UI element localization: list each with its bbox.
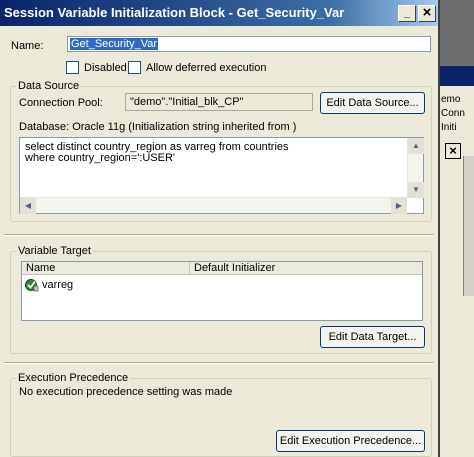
data-source-title: Data Source [16, 80, 82, 92]
sql-textarea[interactable]: select distinct country_region as varreg… [19, 137, 424, 214]
background-window-text: Conn [441, 108, 465, 119]
deferred-execution-label: Allow deferred execution [146, 62, 267, 74]
title-bar[interactable]: Session Variable Initialization Block - … [0, 0, 438, 26]
background-window-text: Initi [441, 122, 457, 133]
table-row[interactable]: varreg [25, 277, 185, 293]
name-label: Name: [11, 40, 44, 52]
column-header-default-initializer[interactable]: Default Initializer [190, 262, 422, 275]
background-scrollbar[interactable] [463, 156, 474, 296]
separator [4, 234, 434, 236]
edit-data-source-button[interactable]: Edit Data Source... [320, 92, 425, 114]
disabled-checkbox[interactable] [66, 61, 79, 74]
close-button[interactable]: × [418, 5, 436, 22]
execution-precedence-message: No execution precedence setting was made [19, 386, 233, 398]
edit-execution-precedence-button[interactable]: Edit Execution Precedence... [276, 430, 425, 452]
background-window: emo Conn Initi × [436, 66, 474, 457]
background-close-icon[interactable]: × [445, 143, 461, 159]
minimize-icon: _ [403, 7, 411, 19]
disabled-label: Disabled [84, 62, 127, 74]
close-icon: × [422, 4, 432, 21]
sql-horizontal-scrollbar[interactable]: ◀ ▶ [20, 197, 407, 214]
background-window-text: emo [441, 94, 461, 105]
execution-precedence-title: Execution Precedence [16, 372, 131, 384]
variable-icon [25, 278, 39, 292]
edit-data-target-button[interactable]: Edit Data Target... [320, 326, 425, 348]
sql-vertical-scrollbar[interactable]: ▲ ▼ [407, 138, 424, 198]
connection-pool-value: "demo"."Initial_blk_CP" [130, 96, 244, 108]
scroll-right-icon[interactable]: ▶ [391, 198, 407, 214]
window-title: Session Variable Initialization Block - … [4, 5, 345, 20]
name-input[interactable]: Get_Security_Var [67, 36, 431, 52]
variable-target-table[interactable]: Name Default Initializer varreg [21, 261, 423, 321]
connection-pool-field: "demo"."Initial_blk_CP" [125, 93, 313, 111]
column-header-name[interactable]: Name [22, 262, 190, 275]
name-value: Get_Security_Var [70, 38, 159, 50]
connection-pool-label: Connection Pool: [19, 97, 103, 109]
scroll-up-icon[interactable]: ▲ [408, 138, 424, 154]
deferred-execution-checkbox[interactable] [128, 61, 141, 74]
database-info: Database: Oracle 11g (Initialization str… [19, 121, 297, 133]
variable-target-title: Variable Target [16, 245, 93, 257]
scroll-down-icon[interactable]: ▼ [408, 182, 424, 198]
session-variable-dialog: Session Variable Initialization Block - … [0, 0, 440, 457]
minimize-button[interactable]: _ [398, 5, 416, 22]
background-window-titlebar [437, 66, 474, 86]
scroll-left-icon[interactable]: ◀ [20, 198, 36, 214]
separator [4, 362, 434, 364]
sql-line: where country_region=':USER' [25, 152, 176, 164]
variable-name: varreg [42, 279, 74, 291]
